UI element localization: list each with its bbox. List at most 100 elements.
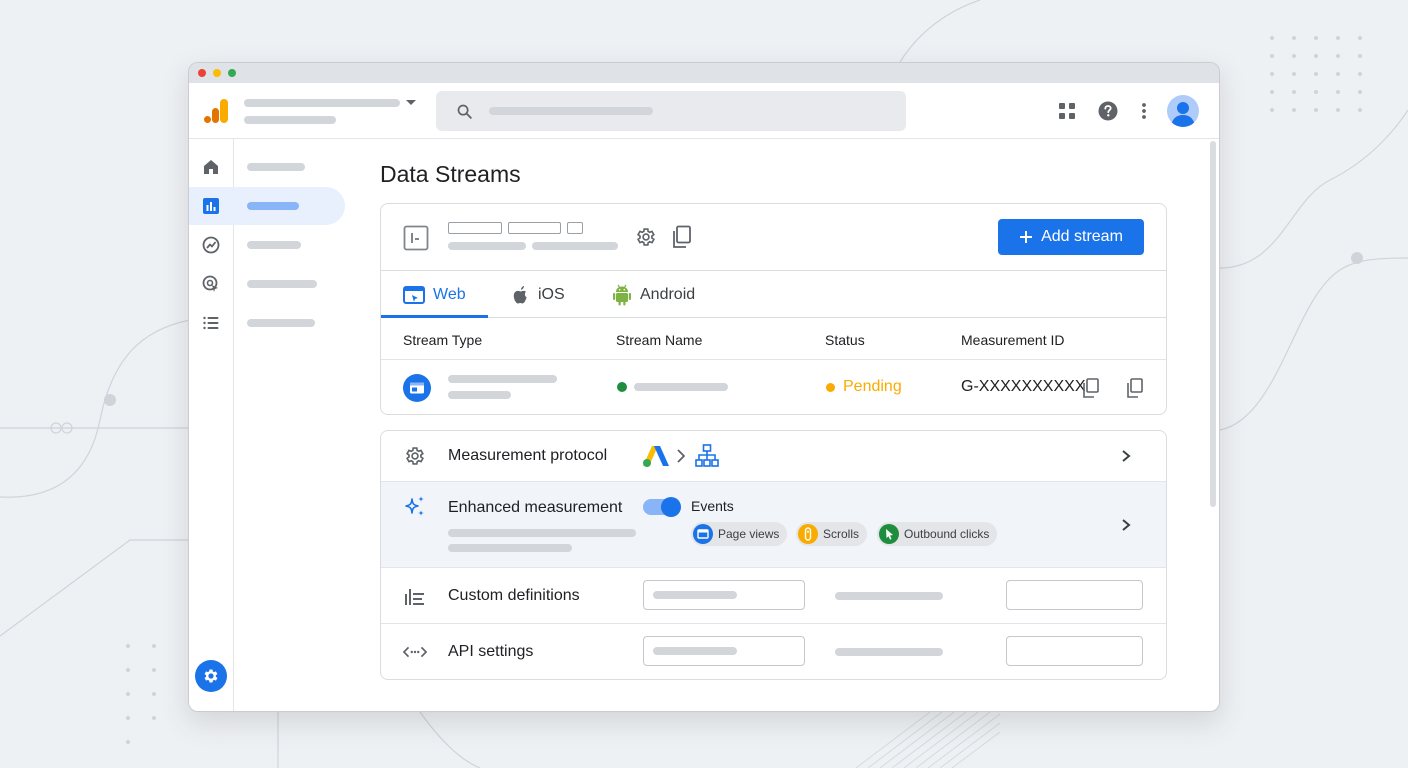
property-icon [403, 225, 429, 251]
code-icon [403, 640, 427, 664]
enhanced-description-placeholder [448, 544, 572, 552]
add-stream-button[interactable]: Add stream [998, 219, 1144, 255]
configure-icon[interactable] [199, 311, 223, 335]
toggle-knob [661, 497, 681, 517]
advertising-icon[interactable] [199, 272, 223, 296]
chevron-right-icon[interactable] [1120, 519, 1132, 531]
column-header: Stream Type [403, 332, 483, 348]
plus-icon [1020, 231, 1033, 243]
navigation-rail [189, 139, 234, 711]
settings-card: Measurement protocol Enhanced measuremen… [380, 430, 1167, 680]
stream-name-placeholder [634, 383, 728, 391]
search-bar[interactable] [436, 91, 906, 131]
apps-grid-icon[interactable] [1055, 99, 1079, 123]
event-chip-label: Page views [718, 527, 780, 541]
property-chip-placeholder [448, 222, 502, 234]
measurement-protocol-row[interactable]: Measurement protocol [381, 431, 1166, 482]
custom-definitions-label: Custom definitions [448, 587, 580, 604]
tab-web[interactable]: Web [403, 271, 466, 318]
scrollbar[interactable] [1210, 141, 1216, 507]
window-titlebar [189, 63, 1219, 83]
api-settings-field[interactable] [643, 636, 805, 666]
stream-row[interactable]: Pending G-XXXXXXXXXX [381, 360, 1166, 414]
property-name-placeholder [244, 116, 336, 124]
field-placeholder [653, 647, 737, 655]
close-window-dot[interactable] [198, 69, 206, 77]
api-settings-field-secondary[interactable] [1006, 636, 1143, 666]
enhanced-description-placeholder [448, 529, 636, 537]
measurement-protocol-label: Measurement protocol [448, 447, 608, 464]
custom-definitions-icon [403, 584, 427, 608]
account-avatar[interactable] [1167, 95, 1199, 127]
admin-settings-button[interactable] [195, 660, 227, 692]
api-settings-row[interactable]: API settings [381, 624, 1166, 679]
tab-ios[interactable]: iOS [512, 271, 565, 318]
add-stream-label: Add stream [1041, 228, 1123, 245]
account-selector-placeholder[interactable] [244, 99, 400, 107]
column-header: Stream Name [616, 332, 703, 348]
web-stream-icon [403, 374, 431, 402]
sparkle-icon [403, 495, 427, 519]
settings-gear-icon [204, 669, 218, 683]
minimize-window-dot[interactable] [213, 69, 221, 77]
reports-icon[interactable] [199, 194, 223, 218]
tab-android[interactable]: Android [612, 271, 695, 318]
search-placeholder [489, 107, 653, 115]
secondary-nav [234, 139, 364, 711]
custom-definitions-row[interactable]: Custom definitions [381, 568, 1166, 624]
measurement-id: G-XXXXXXXXXX [961, 378, 1086, 395]
chevron-right-icon [677, 449, 685, 463]
property-detail-placeholder [448, 242, 526, 250]
android-icon [613, 284, 631, 305]
property-chip-placeholder [567, 222, 583, 234]
help-icon[interactable] [1096, 99, 1120, 123]
copy-icon[interactable] [1126, 378, 1144, 398]
event-chip-scrolls[interactable]: Scrolls [796, 522, 868, 546]
custom-definitions-field[interactable] [643, 580, 805, 610]
scroll-icon [798, 524, 818, 544]
enhanced-measurement-toggle[interactable] [643, 497, 681, 517]
stream-type-placeholder [448, 375, 557, 383]
custom-definitions-field-secondary[interactable] [1006, 580, 1143, 610]
nav-item-placeholder[interactable] [247, 163, 305, 171]
stream-type-detail-placeholder [448, 391, 511, 399]
event-chip-outbound-clicks[interactable]: Outbound clicks [877, 522, 998, 546]
nav-item-placeholder[interactable] [247, 241, 301, 249]
main-content: Data Streams Add stream Web iOS Android … [364, 139, 1207, 711]
enhanced-measurement-row[interactable]: Enhanced measurement Events Page views S… [381, 482, 1166, 568]
custom-definitions-value-placeholder [835, 592, 943, 600]
person-icon [1171, 102, 1195, 127]
active-tab-indicator [381, 315, 488, 318]
nav-item-placeholder[interactable] [247, 319, 315, 327]
property-chip-placeholder [508, 222, 561, 234]
event-chip-page-views[interactable]: Page views [691, 522, 788, 546]
platform-tabs: Web iOS Android [381, 270, 1166, 318]
nav-item-placeholder-active[interactable] [247, 202, 299, 210]
maximize-window-dot[interactable] [228, 69, 236, 77]
chevron-down-icon[interactable] [406, 100, 416, 105]
nav-item-placeholder[interactable] [247, 280, 317, 288]
property-detail-placeholder [532, 242, 618, 250]
stream-name-status-dot [617, 382, 627, 392]
tab-label: Android [640, 285, 696, 303]
page-title: Data Streams [380, 161, 521, 187]
tab-label: Web [433, 285, 466, 303]
field-placeholder [653, 591, 737, 599]
page-views-icon [693, 524, 713, 544]
event-chip-label: Outbound clicks [904, 527, 990, 541]
status-pending: Pending [843, 378, 902, 395]
chevron-right-icon[interactable] [1120, 450, 1132, 462]
enhanced-measurement-label: Enhanced measurement [448, 499, 623, 516]
api-settings-label: API settings [448, 643, 534, 660]
copy-icon[interactable] [671, 225, 693, 249]
more-vert-icon[interactable] [1132, 99, 1156, 123]
home-icon[interactable] [199, 155, 223, 179]
search-icon [457, 104, 472, 119]
column-header: Measurement ID [961, 332, 1065, 348]
explore-icon[interactable] [199, 233, 223, 257]
google-ads-icon [643, 446, 669, 467]
column-header: Status [825, 332, 865, 348]
apple-icon [513, 285, 527, 303]
copy-id-icon[interactable] [1082, 378, 1100, 398]
settings-gear-icon[interactable] [635, 226, 657, 248]
